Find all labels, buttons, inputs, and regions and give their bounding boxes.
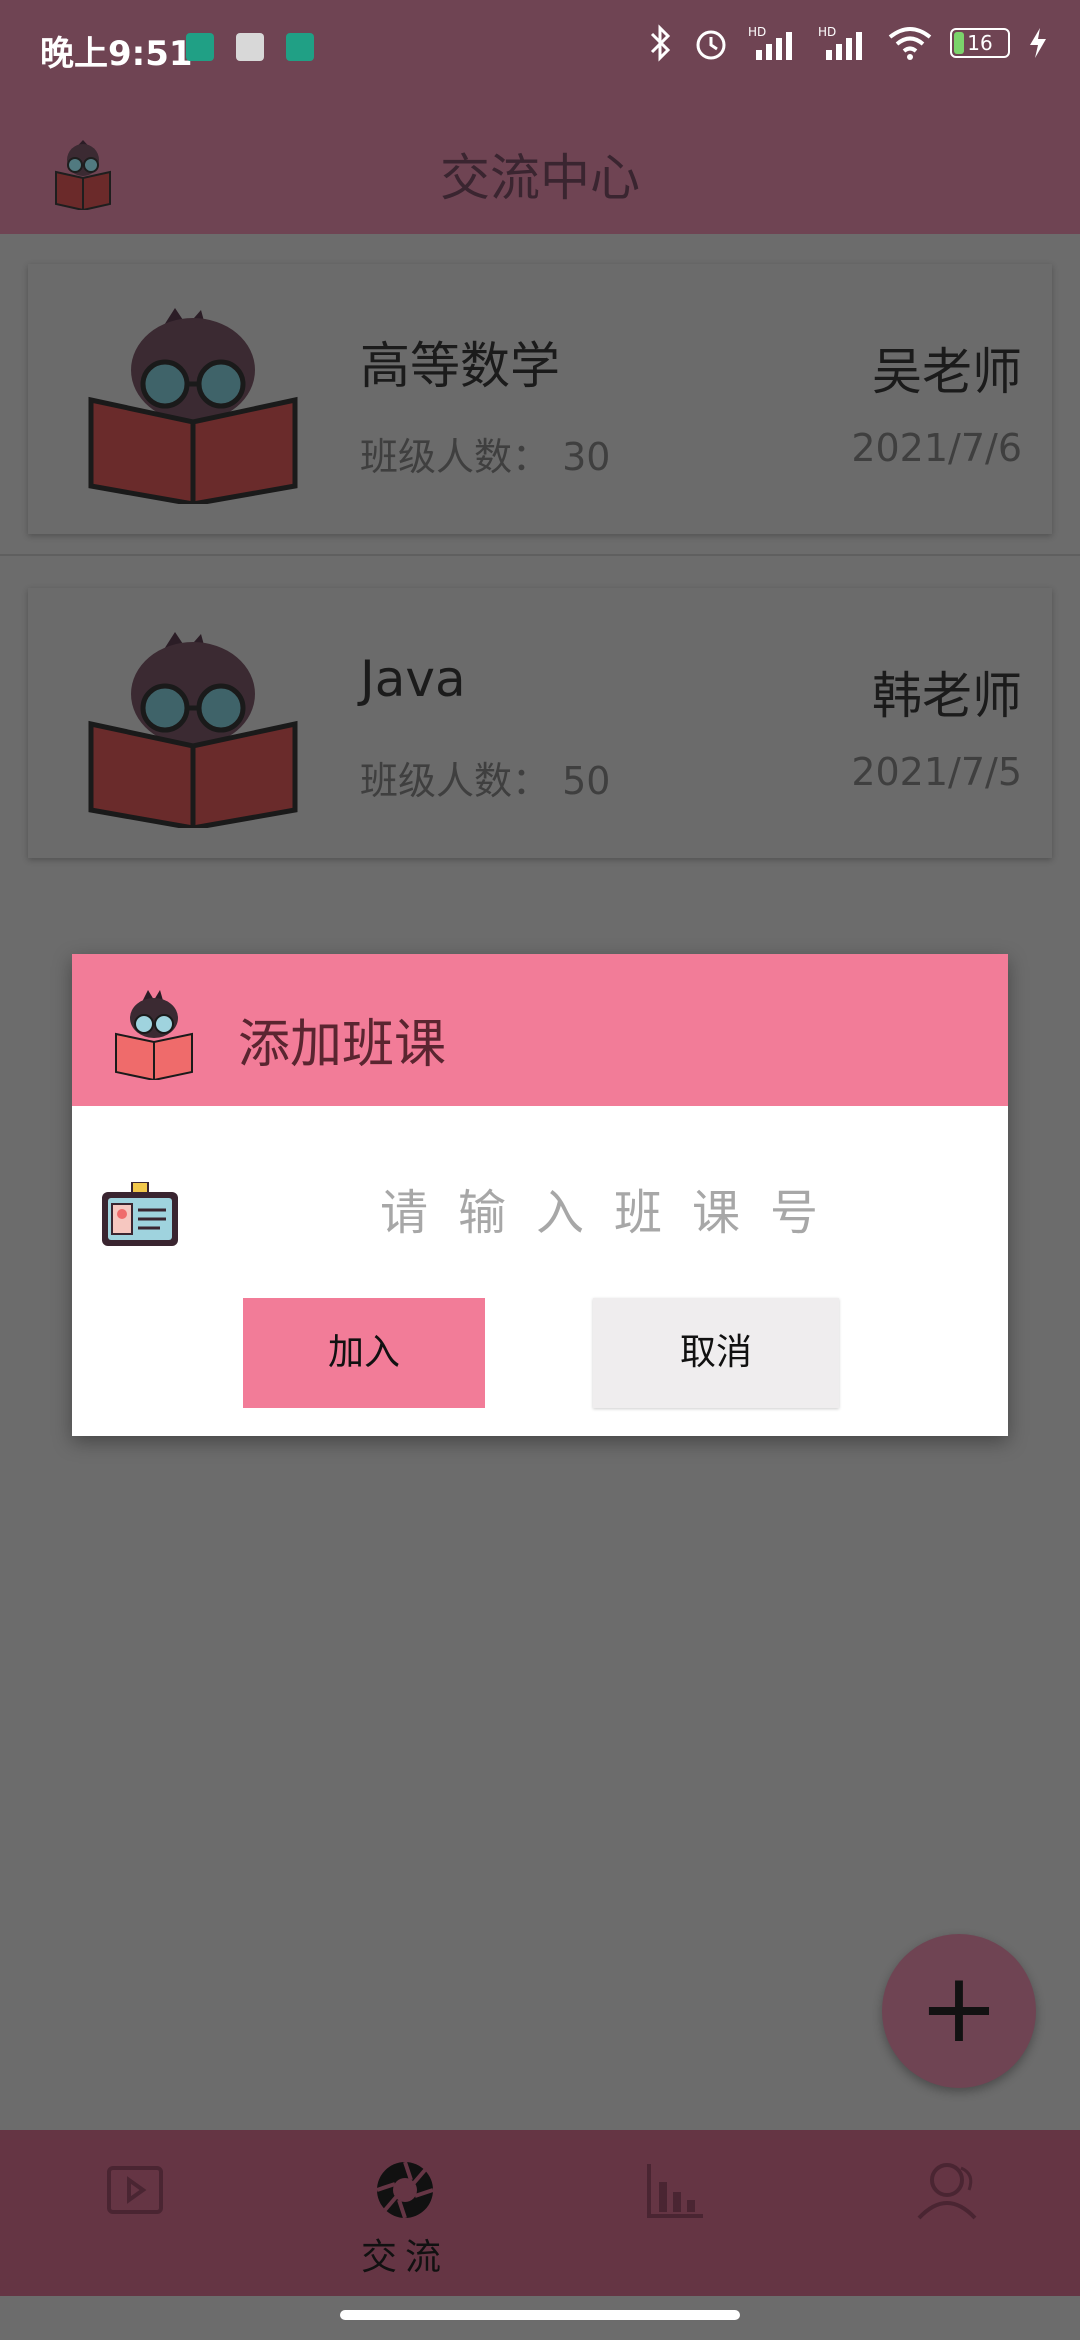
- alarm-icon: [696, 30, 726, 60]
- nav-label-exchange: 交流: [360, 2237, 449, 2278]
- join-button[interactable]: 加入: [243, 1298, 485, 1408]
- plus-icon: +: [918, 1952, 1000, 2064]
- class-size: 班级人数： 50: [360, 750, 610, 805]
- reader-avatar-icon: [115, 990, 193, 1080]
- app-bar: 交流中心: [0, 100, 1080, 234]
- signal-icon-2: HD: [818, 25, 862, 60]
- add-class-dialog: 添加班课 加入 取消: [72, 954, 1008, 1436]
- course-name: 高等数学: [360, 337, 560, 395]
- class-size-value: 30: [562, 435, 611, 479]
- dialog-header: 添加班课: [72, 954, 1008, 1106]
- notification-icon-2: [236, 33, 264, 61]
- add-course-button[interactable]: +: [882, 1934, 1036, 2088]
- bottom-nav: 交流: [0, 2130, 1080, 2296]
- class-code-input[interactable]: [252, 1170, 976, 1256]
- home-indicator[interactable]: [340, 2310, 740, 2320]
- course-date: 2021/7/6: [851, 426, 1022, 470]
- aperture-icon: [376, 2161, 434, 2219]
- battery-icon: 16: [950, 28, 1010, 58]
- bluetooth-icon: [650, 24, 671, 62]
- class-size-label: 班级人数：: [360, 759, 551, 803]
- notification-icon-3: [286, 33, 314, 61]
- class-size: 班级人数： 30: [360, 426, 610, 481]
- course-date: 2021/7/5: [851, 750, 1022, 794]
- hd-label-1: HD: [748, 25, 766, 39]
- nav-item-profile[interactable]: [810, 2130, 1080, 2296]
- video-icon: [107, 2166, 163, 2214]
- course-name: Java: [360, 650, 466, 708]
- page-title: 交流中心: [440, 149, 640, 207]
- reader-avatar-icon: [88, 632, 298, 828]
- dialog-title: 添加班课: [238, 1015, 447, 1075]
- nav-item-video[interactable]: [0, 2130, 270, 2296]
- divider: [0, 554, 1080, 556]
- bar-chart-icon: [647, 2164, 703, 2218]
- class-size-label: 班级人数：: [360, 435, 551, 479]
- id-card-icon: [102, 1182, 178, 1246]
- nav-item-stats[interactable]: [540, 2130, 810, 2296]
- teacher-name: 吴老师: [872, 343, 1022, 401]
- system-nav-bar: [0, 2296, 1080, 2340]
- charging-icon: [1030, 28, 1046, 58]
- course-card[interactable]: 高等数学 班级人数： 30 吴老师 2021/7/6: [28, 264, 1052, 534]
- status-icons: HD HD 16: [648, 24, 1048, 62]
- hd-label-2: HD: [818, 25, 836, 39]
- status-bar: 晚上9:51 HD HD 16: [0, 0, 1080, 100]
- course-card[interactable]: Java 班级人数： 50 韩老师 2021/7/5: [28, 588, 1052, 858]
- signal-icon-1: HD: [748, 25, 792, 60]
- teacher-name: 韩老师: [872, 667, 1022, 725]
- nav-item-exchange[interactable]: 交流: [270, 2130, 540, 2296]
- class-size-value: 50: [562, 759, 611, 803]
- notification-icon-1: [186, 33, 214, 61]
- reader-avatar-icon: [88, 308, 298, 504]
- user-icon: [917, 2163, 977, 2220]
- battery-level: 16: [967, 31, 993, 55]
- wifi-icon: [888, 27, 932, 60]
- status-time: 晚上9:51: [40, 34, 193, 74]
- cancel-button[interactable]: 取消: [593, 1298, 839, 1408]
